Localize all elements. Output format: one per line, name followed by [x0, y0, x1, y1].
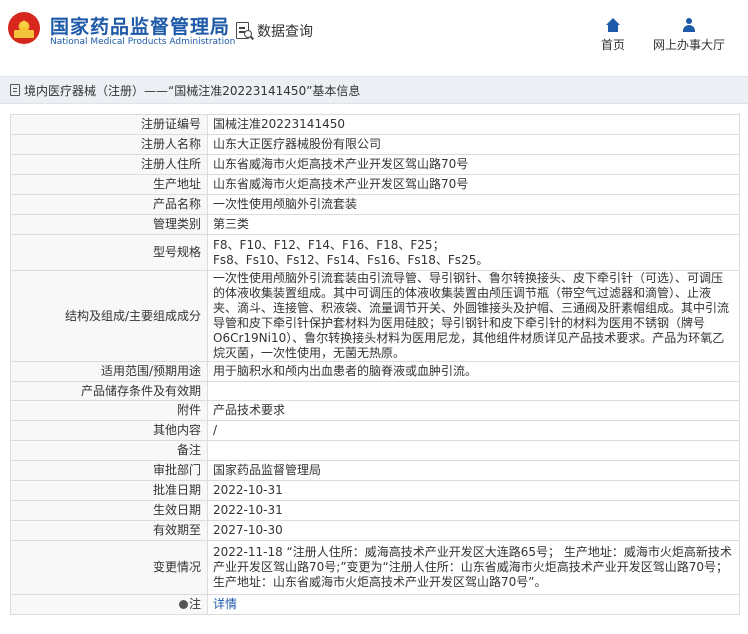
field-label: 型号规格: [10, 234, 208, 271]
note-label: 注: [188, 597, 201, 611]
table-row: 适用范围/预期用途 用于脑积水和颅内出血患者的脑脊液或血肿引流。: [10, 361, 740, 382]
nav-online-hall-label: 网上办事大厅: [652, 38, 725, 52]
field-value: 国家药品监督管理局: [207, 460, 740, 481]
document-search-icon: [236, 21, 255, 41]
field-value: 详情: [207, 594, 740, 615]
data-query-label: 数据查询: [257, 24, 313, 40]
field-value: 山东省威海市火炬高技术产业开发区驾山路70号: [207, 174, 740, 195]
field-label: 注册人住所: [10, 154, 208, 175]
table-row: 审批部门 国家药品监督管理局: [10, 460, 740, 481]
field-value: /: [207, 420, 740, 441]
table-row: 有效期至 2027-10-30: [10, 520, 740, 541]
field-value: 第三类: [207, 214, 740, 235]
data-query-title: 数据查询: [236, 20, 313, 42]
table-row: 备注: [10, 440, 740, 461]
field-label: 其他内容: [10, 420, 208, 441]
field-label: 注: [10, 594, 208, 615]
table-row: 产品储存条件及有效期: [10, 381, 740, 401]
field-label: 审批部门: [10, 460, 208, 481]
details-link[interactable]: 详情: [213, 597, 237, 611]
model-spec-line-2: Fs8、Fs10、Fs12、Fs14、Fs16、Fs18、Fs25。: [213, 252, 489, 267]
table-row: 批准日期 2022-10-31: [10, 480, 740, 501]
table-row: 注册人名称 山东大正医疗器械股份有限公司: [10, 134, 740, 155]
field-value: 2027-10-30: [207, 520, 740, 541]
field-label: 注册证编号: [10, 114, 208, 135]
table-row: 注 详情: [10, 594, 740, 615]
nav-home-link[interactable]: 首页: [592, 14, 634, 53]
table-row: 型号规格 F8、F10、F12、F14、F16、F18、F25； Fs8、Fs1…: [10, 234, 740, 271]
field-label: 产品储存条件及有效期: [10, 381, 208, 401]
model-spec-line-1: F8、F10、F12、F14、F16、F18、F25；: [213, 237, 445, 252]
national-emblem-logo-icon[interactable]: ★: [8, 12, 40, 44]
field-label: 结构及组成/主要组成成分: [10, 270, 208, 362]
field-value: 2022-11-18 “注册人住所：威海高技术产业开发区大连路65号； 生产地址…: [207, 540, 740, 595]
field-value: 一次性使用颅脑外引流套装由引流导管、导引钢针、鲁尔转换接头、皮下牵引针（可选）、…: [207, 270, 740, 362]
field-value: 山东大正医疗器械股份有限公司: [207, 134, 740, 155]
field-label: 备注: [10, 440, 208, 461]
field-value: 一次性使用颅脑外引流套装: [207, 194, 740, 215]
nav-home-label: 首页: [600, 38, 625, 52]
field-label: 变更情况: [10, 540, 208, 595]
table-row: 生效日期 2022-10-31: [10, 500, 740, 521]
field-label: 管理类别: [10, 214, 208, 235]
site-header: ★ 国家药品监督管理局 National Medical Products Ad…: [0, 0, 748, 62]
field-label: 产品名称: [10, 194, 208, 215]
breadcrumb: 境内医疗器械（注册）——“国械注准20223141450”基本信息: [0, 76, 748, 104]
table-row: 产品名称 一次性使用颅脑外引流套装: [10, 194, 740, 215]
table-row: 注册人住所 山东省威海市火炬高技术产业开发区驾山路70号: [10, 154, 740, 175]
field-value: 2022-10-31: [207, 500, 740, 521]
table-row: 结构及组成/主要组成成分 一次性使用颅脑外引流套装由引流导管、导引钢针、鲁尔转换…: [10, 270, 740, 362]
field-value: F8、F10、F12、F14、F16、F18、F25； Fs8、Fs10、Fs1…: [207, 234, 740, 271]
field-value: [207, 381, 740, 401]
field-label: 注册人名称: [10, 134, 208, 155]
field-label: 适用范围/预期用途: [10, 361, 208, 382]
circle-dot-icon: [178, 600, 188, 609]
breadcrumb-text: 境内医疗器械（注册）——“国械注准20223141450”基本信息: [24, 83, 361, 98]
nav-online-hall-link[interactable]: 网上办事大厅: [648, 14, 730, 53]
field-label: 附件: [10, 400, 208, 421]
user-icon: [682, 18, 696, 32]
field-label: 生效日期: [10, 500, 208, 521]
table-row: 生产地址 山东省威海市火炬高技术产业开发区驾山路70号: [10, 174, 740, 195]
field-value: 山东省威海市火炬高技术产业开发区驾山路70号: [207, 154, 740, 175]
field-label: 批准日期: [10, 480, 208, 501]
site-subtitle: National Medical Products Administration: [50, 37, 236, 47]
table-row: 注册证编号 国械注准20223141450: [10, 114, 740, 135]
table-row: 其他内容 /: [10, 420, 740, 441]
field-value: [207, 440, 740, 461]
registration-details-table: 注册证编号 国械注准20223141450 注册人名称 山东大正医疗器械股份有限…: [10, 114, 740, 615]
field-value: 国械注准20223141450: [207, 114, 740, 135]
document-icon: [10, 84, 20, 96]
table-row: 管理类别 第三类: [10, 214, 740, 235]
field-value: 用于脑积水和颅内出血患者的脑脊液或血肿引流。: [207, 361, 740, 382]
field-label: 有效期至: [10, 520, 208, 541]
table-row: 变更情况 2022-11-18 “注册人住所：威海高技术产业开发区大连路65号；…: [10, 540, 740, 595]
field-value: 产品技术要求: [207, 400, 740, 421]
home-icon: [606, 18, 620, 32]
table-row: 附件 产品技术要求: [10, 400, 740, 421]
field-value: 2022-10-31: [207, 480, 740, 501]
field-label: 生产地址: [10, 174, 208, 195]
site-title[interactable]: 国家药品监督管理局: [50, 12, 230, 39]
